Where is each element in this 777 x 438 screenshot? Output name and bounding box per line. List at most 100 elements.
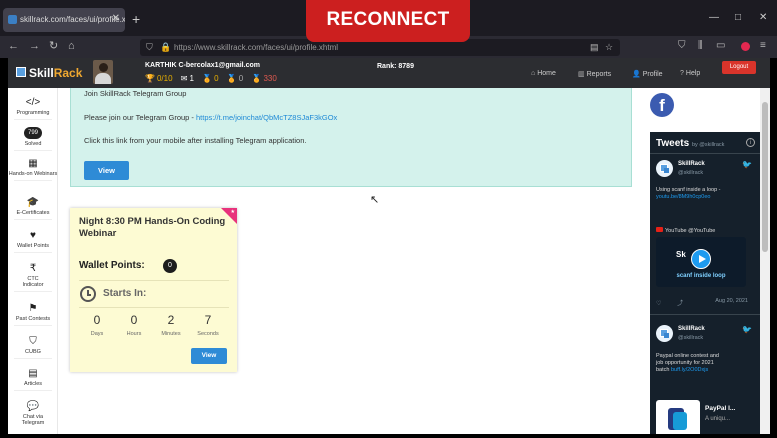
youtube-attribution: YouTube @YouTube	[656, 227, 715, 234]
share-icon[interactable]: ⤴	[677, 301, 683, 307]
extension-icon[interactable]	[741, 42, 750, 51]
tweet-author-name[interactable]: SkillRack	[678, 326, 705, 332]
sidebar-item-articles[interactable]: ▤ Articles	[8, 368, 58, 391]
nav-reports[interactable]: ▥ Reports	[578, 70, 611, 78]
back-arrow-icon[interactable]: ←	[8, 40, 19, 52]
shield-icon[interactable]: ⛉	[146, 42, 153, 53]
lock-icon[interactable]: 🔒	[160, 42, 171, 53]
youtube-icon	[656, 227, 663, 232]
nav-help[interactable]: ? Help	[680, 70, 700, 77]
telegram-title: Join SkillRack Telegram Group	[84, 89, 187, 98]
browser-tab[interactable]: skillrack.com/faces/ui/profile.x ✕	[3, 8, 125, 32]
page-scrollbar[interactable]	[760, 88, 770, 434]
countdown-value: 2	[167, 313, 175, 327]
play-icon[interactable]	[691, 249, 711, 269]
site-logo[interactable]: SkillRack	[29, 66, 82, 80]
nav-help-label: Help	[685, 70, 701, 77]
sidebar-item-certificates[interactable]: 🎓 E-Certificates	[8, 197, 58, 220]
articles-icon: ▤	[28, 368, 38, 379]
webinar-title: Night 8:30 PM Hands-On Coding Webinar	[79, 216, 226, 239]
sidebar-item-chat-telegram[interactable]: 💬 Chat via Telegram	[8, 401, 58, 426]
sidebar-item-webinars[interactable]: ▦ Hands-on Webinars	[8, 158, 58, 181]
sidebar-item-label: Chat via Telegram	[21, 414, 45, 426]
countdown-hours: 0 Hours	[116, 313, 152, 337]
tweet-actions: ♡ ⤴ Aug 20, 2021	[656, 298, 754, 307]
info-icon[interactable]: i	[746, 138, 755, 147]
maximize-button[interactable]: □	[735, 12, 741, 23]
tweet-author-handle[interactable]: @skillrack	[678, 170, 703, 176]
sidebar-item-ctc-indicator[interactable]: ₹ CTC Indicator	[8, 263, 58, 292]
logout-button[interactable]: Logout	[722, 61, 756, 74]
bookmark-star-icon[interactable]: ☆	[605, 42, 613, 53]
telegram-panel: Join SkillRack Telegram Group Please joi…	[70, 88, 632, 187]
sidebar-item-past-contests[interactable]: ⚑ Past Contests	[8, 303, 58, 326]
sidebar-item-wallet-points[interactable]: ♥ Wallet Points	[8, 230, 58, 253]
tweet-link[interactable]: buff.ly/2O0Dxjs	[671, 367, 708, 373]
star-icon: ★	[230, 209, 235, 215]
trophy-icon: 🏆	[145, 74, 155, 83]
link-card-title[interactable]: PayPal I...	[705, 405, 735, 412]
sidebar-item-label: CTC Indicator	[22, 276, 44, 288]
minimize-button[interactable]: —	[709, 12, 719, 23]
menu-icon[interactable]: ≡	[760, 40, 766, 51]
tweet-link[interactable]: youtu.be/8M9h0cp0eo	[656, 194, 710, 200]
countdown-days: 0 Days	[79, 313, 115, 337]
home-icon[interactable]: ⌂	[68, 40, 75, 52]
chat-icon: 💬	[26, 401, 40, 412]
countdown-unit: Seconds	[197, 331, 219, 337]
tweets-title: Tweets by @skillrack	[656, 138, 724, 149]
close-window-button[interactable]: ✕	[759, 12, 767, 23]
tweets-by[interactable]: by @skillrack	[692, 142, 724, 148]
countdown-unit: Days	[90, 331, 104, 337]
silver-count: 0	[238, 74, 244, 83]
facebook-icon[interactable]: f	[650, 93, 674, 117]
reconnect-button[interactable]: RECONNECT	[306, 0, 470, 42]
like-icon[interactable]: ♡	[656, 301, 661, 307]
nav-home[interactable]: ⌂ Home	[531, 70, 556, 77]
avatar[interactable]	[656, 160, 673, 177]
scrollbar-thumb[interactable]	[762, 102, 768, 252]
logo-text-skill: Skill	[29, 66, 54, 80]
sidebar-item-label: Wallet Points	[17, 243, 49, 249]
paypal-logo-icon[interactable]	[656, 400, 700, 434]
tweet-author-name[interactable]: SkillRack	[678, 161, 705, 167]
divider	[650, 314, 760, 315]
url-text: https://www.skillrack.com/faces/ui/profi…	[174, 43, 339, 52]
sidebar-icon[interactable]: ▭	[716, 40, 725, 51]
sidebar-item-programming[interactable]: </> Programming	[8, 97, 58, 120]
pocket-icon[interactable]: ⛉	[678, 40, 686, 51]
telegram-view-button[interactable]: View	[84, 161, 129, 180]
screen: skillrack.com/faces/ui/profile.x ✕ + — □…	[0, 0, 777, 438]
new-tab-button[interactable]: +	[132, 12, 140, 26]
countdown-minutes: 2 Minutes	[153, 313, 189, 337]
sidebar-item-label: Solved	[24, 141, 42, 147]
tab-close-icon[interactable]: ✕	[112, 13, 120, 24]
rupee-icon: ₹	[29, 263, 37, 274]
twitter-timeline: Tweets by @skillrack i SkillRack @skillr…	[650, 132, 760, 434]
tweet-video-thumbnail[interactable]: Sk scanf inside loop	[656, 237, 746, 287]
tweet-text: Using scanf inside a loop - youtu.be/8M9h…	[656, 187, 754, 201]
countdown-seconds: 7 Seconds	[190, 313, 226, 337]
sidebar-item-solved[interactable]: 799 Solved	[8, 127, 58, 151]
avatar[interactable]	[93, 60, 113, 84]
reload-icon[interactable]: ↻	[49, 40, 58, 52]
avatar[interactable]	[656, 325, 673, 342]
tweet-date[interactable]: Aug 20, 2021	[715, 298, 748, 304]
tweet-author-handle[interactable]: @skillrack	[678, 335, 703, 341]
user-name: KARTHIK C-bercolax1@gmail.com	[145, 62, 260, 69]
countdown-unit: Minutes	[161, 331, 181, 337]
library-icon[interactable]: ⫼	[698, 40, 703, 51]
user-stats: 🏆 0/10 ✉ 1 🏅 0 🏅 0 🏅 330	[145, 74, 283, 83]
webinar-card: ★ Night 8:30 PM Hands-On Coding Webinar …	[70, 208, 237, 372]
forward-arrow-icon[interactable]: →	[29, 40, 40, 52]
countdown-value: 0	[130, 313, 138, 327]
red-medal-icon: 🏅	[251, 74, 262, 83]
sidebar-item-cubg[interactable]: ⛉ CUBG	[8, 336, 58, 359]
solved-count-badge: 799	[24, 127, 42, 139]
reader-view-icon[interactable]: ▤	[590, 42, 599, 53]
webinar-view-button[interactable]: View	[191, 348, 227, 364]
code-icon: </>	[25, 97, 41, 108]
nav-profile[interactable]: 👤 Profile	[632, 70, 663, 78]
telegram-link[interactable]: https://t.me/joinchat/QbMcTZ8SJaF3kGOx	[196, 113, 337, 122]
silver-medal-icon: 🏅	[226, 74, 237, 83]
